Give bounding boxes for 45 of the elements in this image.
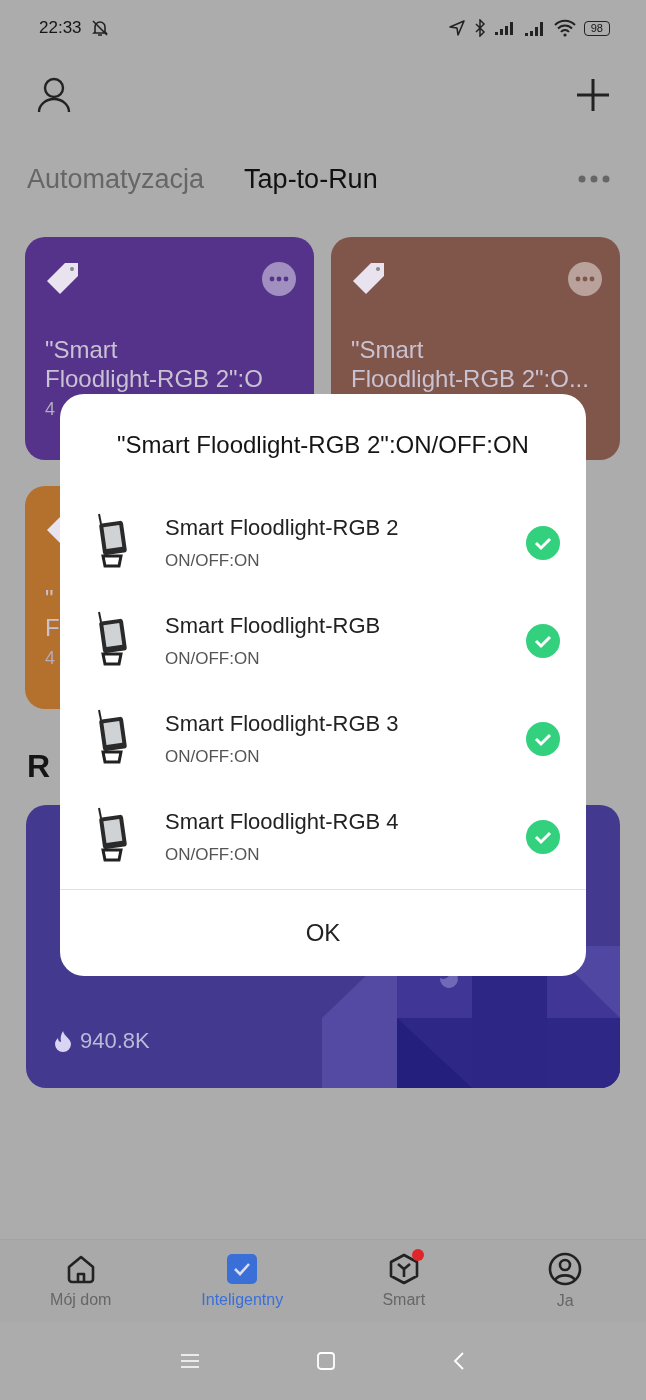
cube-icon	[387, 1253, 420, 1285]
tab[interactable]: Automatyzacja	[27, 163, 205, 195]
flame-icon	[54, 1030, 72, 1052]
tag-icon	[351, 261, 387, 297]
wifi-icon	[553, 19, 576, 37]
ok-button[interactable]: OK	[60, 890, 586, 976]
dialog-title: "Smart Floodlight-RGB 2":ON/OFF:ON	[116, 430, 530, 460]
signal-icon	[493, 20, 516, 36]
device-name: Smart Floodlight-RGB 2	[165, 515, 400, 541]
checkbox-icon	[226, 1253, 259, 1285]
section-heading: R	[27, 748, 51, 784]
signal-icon	[523, 19, 546, 37]
home-button-icon[interactable]	[317, 1352, 335, 1370]
nav-tab[interactable]: Ja	[484, 1240, 646, 1322]
nav-tab[interactable]: Inteligentny	[161, 1240, 323, 1322]
nav-tab[interactable]: Smart	[323, 1240, 485, 1322]
status-time: 22:33	[39, 18, 82, 38]
menu-icon[interactable]	[181, 1354, 199, 1368]
device-action: ON/OFF:ON	[165, 845, 261, 865]
scene-title: "Smart Floodlight-RGB 2":O...	[351, 335, 589, 393]
battery-indicator: 98	[583, 20, 610, 36]
nav-tab[interactable]: Mój dom	[0, 1240, 162, 1322]
device-action: ON/OFF:ON	[165, 649, 261, 669]
device-name: Smart Floodlight-RGB 3	[165, 711, 400, 737]
device-action: ON/OFF:ON	[165, 551, 261, 571]
device-count: 4	[45, 399, 55, 420]
view-count: 940.8K	[80, 1028, 150, 1054]
add-icon[interactable]	[576, 78, 610, 112]
scene-title: "Smart Floodlight-RGB 2":O	[45, 335, 263, 393]
muted-bell-icon	[89, 18, 110, 38]
profile-icon	[548, 1252, 583, 1286]
device-name: Smart Floodlight-RGB	[165, 613, 382, 639]
tab[interactable]: Tap-to-Run	[244, 163, 378, 195]
profile-icon[interactable]	[37, 77, 71, 113]
more-button[interactable]	[568, 262, 602, 296]
back-icon[interactable]	[453, 1351, 465, 1371]
device-action: ON/OFF:ON	[165, 747, 261, 767]
device-name: Smart Floodlight-RGB 4	[165, 809, 400, 835]
location-icon	[447, 19, 466, 37]
more-icon[interactable]	[578, 175, 610, 183]
bluetooth-icon	[473, 19, 486, 37]
device-count: 4	[45, 648, 55, 669]
scene-title: " F	[45, 584, 60, 642]
tag-icon	[45, 261, 81, 297]
more-button[interactable]	[262, 262, 296, 296]
